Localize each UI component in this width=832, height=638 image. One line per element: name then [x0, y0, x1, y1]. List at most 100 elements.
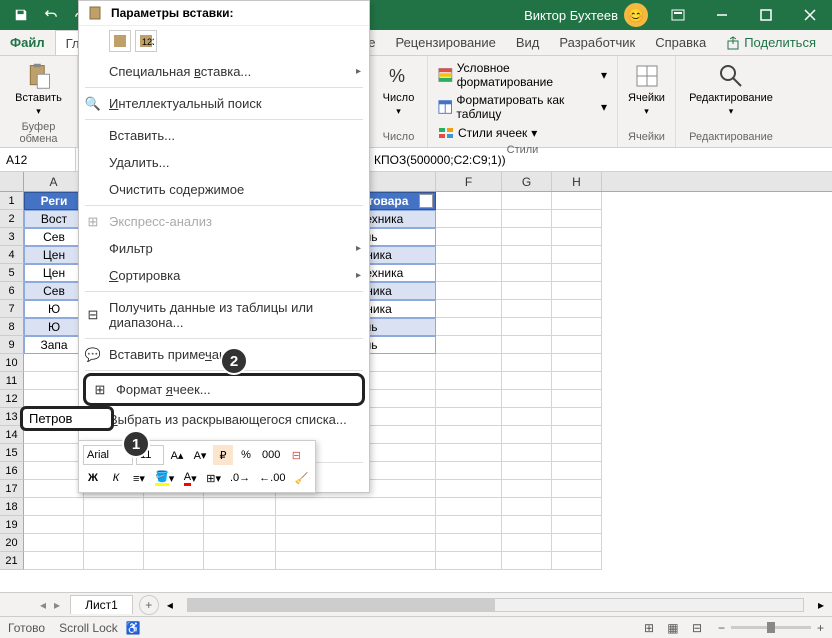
format-as-table-button[interactable]: Форматировать как таблицу ▾ [434, 92, 611, 122]
cell[interactable] [436, 300, 502, 318]
cells-button[interactable]: Ячейки▾ [624, 60, 669, 119]
cell[interactable] [24, 354, 84, 372]
cell[interactable] [502, 534, 552, 552]
mini-bold[interactable]: Ж [83, 468, 103, 488]
cell[interactable] [552, 318, 602, 336]
cell[interactable] [436, 426, 502, 444]
user-account[interactable]: Виктор Бухтеев 😊 [516, 3, 656, 27]
row-header[interactable]: 18 [0, 498, 24, 516]
cell[interactable] [502, 282, 552, 300]
cell[interactable] [276, 534, 436, 552]
hscroll-right[interactable]: ▸ [818, 598, 824, 612]
cell[interactable] [436, 444, 502, 462]
cell[interactable] [552, 390, 602, 408]
cell[interactable] [24, 462, 84, 480]
row-header[interactable]: 5 [0, 264, 24, 282]
accessibility-icon[interactable]: ♿ [126, 621, 141, 635]
zoom-slider[interactable] [731, 626, 811, 629]
cell[interactable] [552, 516, 602, 534]
cell[interactable] [552, 210, 602, 228]
ctx-filter[interactable]: Фильтр▸ [79, 235, 369, 262]
cell[interactable] [24, 480, 84, 498]
row-header[interactable]: 12 [0, 390, 24, 408]
name-box[interactable] [0, 148, 76, 171]
mini-fill-color[interactable]: 🪣▾ [152, 468, 177, 488]
hscroll-track[interactable] [187, 598, 804, 612]
col-header[interactable]: H [552, 172, 602, 191]
add-sheet-button[interactable]: + [139, 595, 159, 615]
conditional-formatting-button[interactable]: Условное форматирование ▾ [434, 60, 611, 90]
cell[interactable] [144, 516, 204, 534]
cell[interactable] [436, 408, 502, 426]
cell[interactable] [502, 444, 552, 462]
ctx-pick-list[interactable]: Выбрать из раскрывающегося списка... [79, 406, 369, 433]
sheet-nav-next[interactable]: ▸ [54, 598, 60, 612]
row-header[interactable]: 4 [0, 246, 24, 264]
ctx-format-cells[interactable]: ⊞Формат ячеек... [83, 373, 365, 406]
cell[interactable] [84, 498, 144, 516]
cell[interactable] [436, 264, 502, 282]
cell[interactable] [436, 372, 502, 390]
cell[interactable] [502, 408, 552, 426]
select-all-corner[interactable] [0, 172, 24, 192]
cell[interactable] [502, 426, 552, 444]
cell[interactable] [502, 498, 552, 516]
cell[interactable] [436, 552, 502, 570]
cell[interactable] [276, 516, 436, 534]
filter-dropdown[interactable]: ▾ [419, 194, 433, 208]
minimize-button[interactable] [700, 0, 744, 30]
mini-align[interactable]: ≡▾ [129, 468, 149, 488]
cell[interactable] [436, 318, 502, 336]
row-header[interactable]: 9 [0, 336, 24, 354]
col-header[interactable]: G [502, 172, 552, 191]
sheet-tab[interactable]: Лист1 [70, 595, 133, 614]
cell[interactable] [552, 498, 602, 516]
cell[interactable] [204, 552, 276, 570]
data-cell[interactable]: Цен [24, 246, 84, 264]
mini-increase-font[interactable]: A▴ [167, 445, 187, 465]
cell[interactable] [502, 462, 552, 480]
zoom-in[interactable]: + [817, 621, 824, 635]
cell[interactable] [502, 192, 552, 210]
mini-decrease-font[interactable]: A▾ [190, 445, 210, 465]
cell-editing[interactable]: Петров [20, 406, 114, 431]
ctx-insert[interactable]: Вставить... [79, 122, 369, 149]
maximize-button[interactable] [744, 0, 788, 30]
cell[interactable] [436, 228, 502, 246]
cell[interactable] [276, 552, 436, 570]
col-header[interactable]: F [436, 172, 502, 191]
cell[interactable] [502, 300, 552, 318]
cell[interactable] [552, 426, 602, 444]
number-format-button[interactable]: % Число▾ [376, 60, 421, 119]
data-cell[interactable]: Сев [24, 228, 84, 246]
mini-format-painter[interactable]: ⊟ [286, 445, 306, 465]
cell[interactable] [552, 534, 602, 552]
cell[interactable] [502, 354, 552, 372]
cell[interactable] [24, 444, 84, 462]
cell[interactable] [204, 516, 276, 534]
cell[interactable] [502, 516, 552, 534]
mini-thousands[interactable]: 000 [259, 445, 283, 465]
cell[interactable] [552, 264, 602, 282]
tab-help[interactable]: Справка [645, 30, 716, 55]
row-header[interactable]: 6 [0, 282, 24, 300]
ctx-get-data[interactable]: ⊟Получить данные из таблицы или диапазон… [79, 294, 369, 336]
cell[interactable] [276, 498, 436, 516]
paste-option-1[interactable] [109, 30, 131, 52]
data-cell[interactable]: Вост [24, 210, 84, 228]
view-page-break[interactable]: ⊟ [686, 619, 708, 637]
row-header[interactable]: 8 [0, 318, 24, 336]
row-header[interactable]: 17 [0, 480, 24, 498]
row-header[interactable]: 15 [0, 444, 24, 462]
tab-file[interactable]: Файл [0, 30, 55, 55]
view-page-layout[interactable]: ▦ [662, 619, 684, 637]
cell[interactable] [552, 462, 602, 480]
data-cell[interactable]: Ю [24, 300, 84, 318]
undo-button[interactable] [36, 0, 66, 30]
row-header[interactable]: 1 [0, 192, 24, 210]
cell[interactable] [502, 372, 552, 390]
cell[interactable] [24, 498, 84, 516]
mini-font-color[interactable]: A▾ [180, 468, 200, 488]
cell[interactable] [502, 264, 552, 282]
cell[interactable] [552, 192, 602, 210]
